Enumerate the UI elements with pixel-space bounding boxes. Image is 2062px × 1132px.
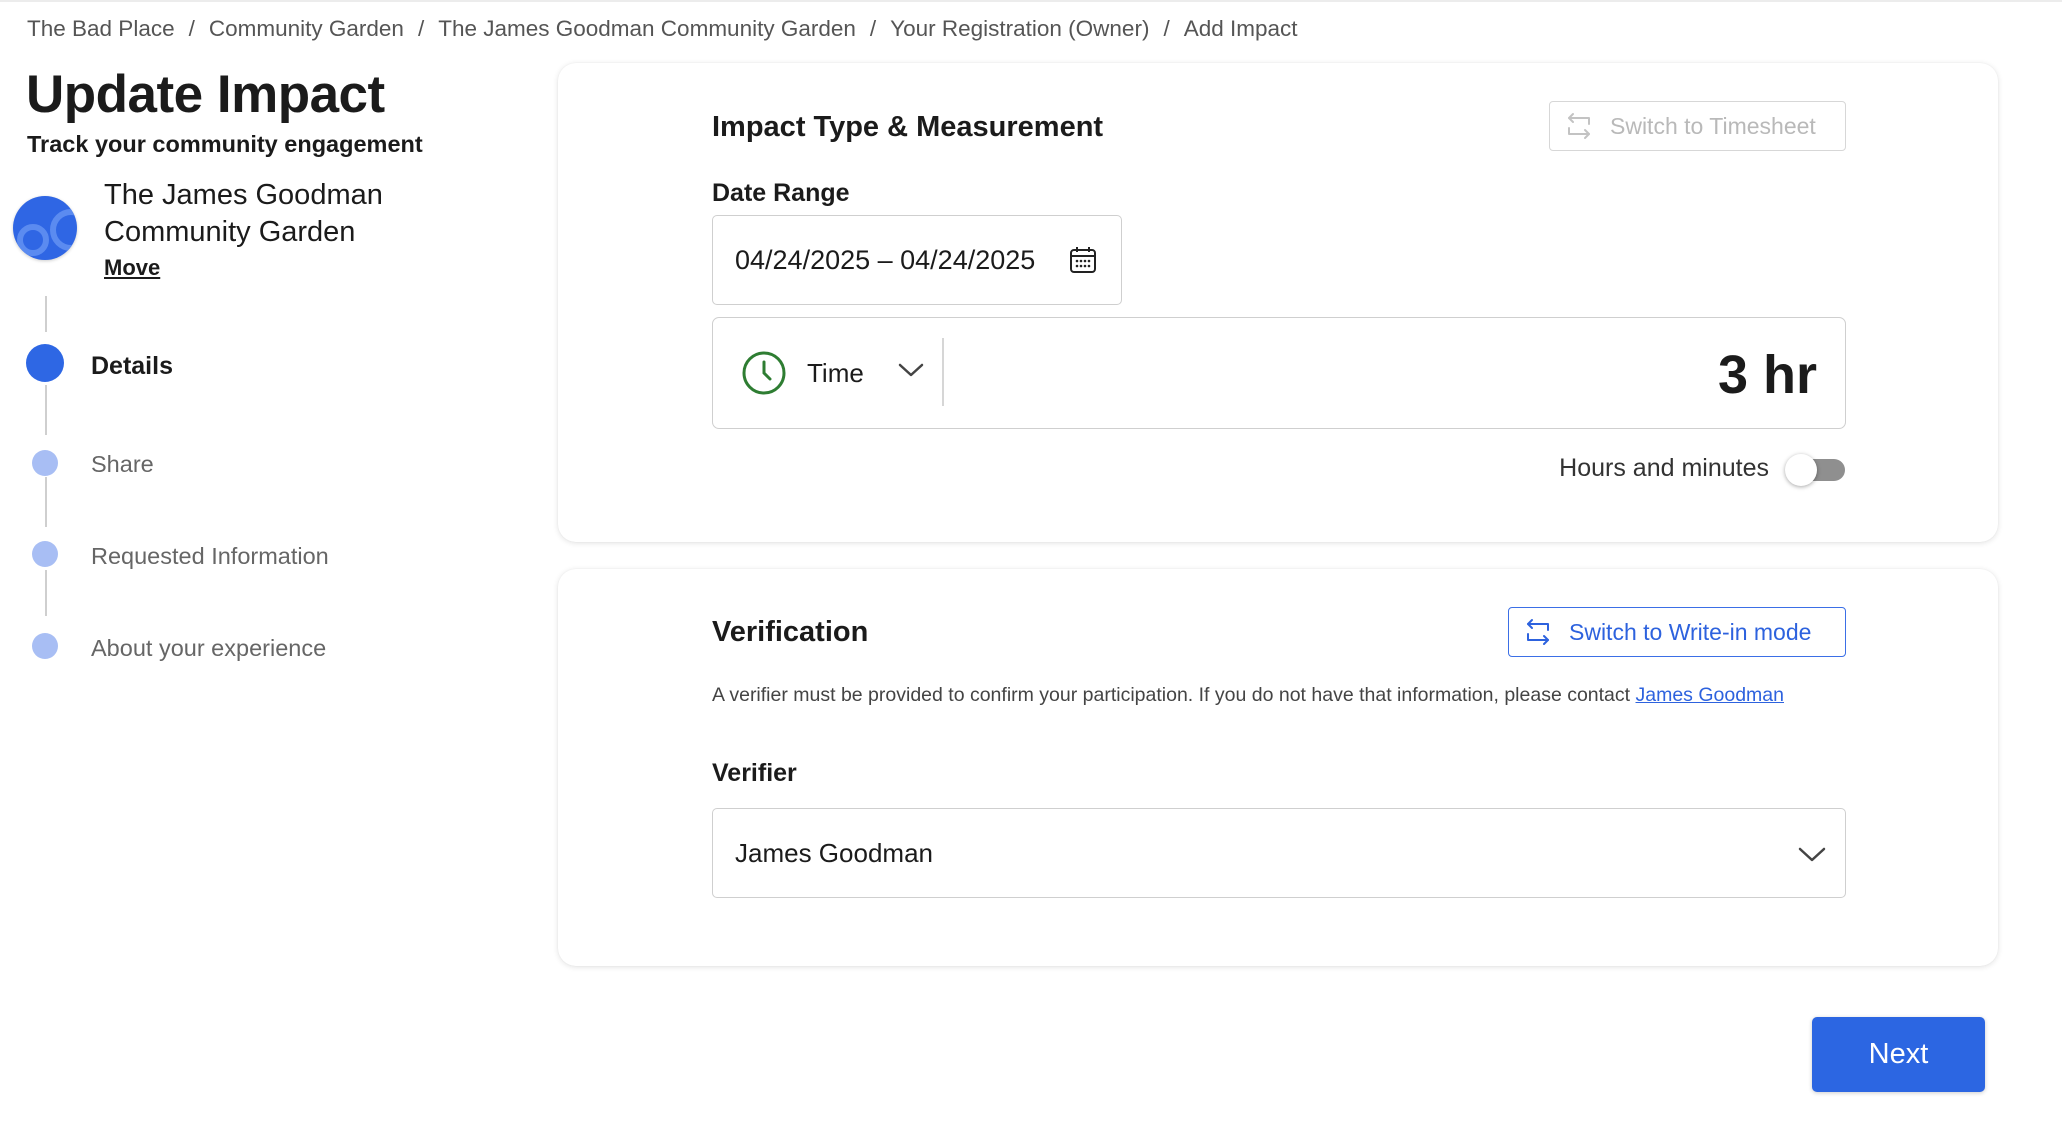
breadcrumb-separator: / <box>1163 16 1170 41</box>
page-subtitle: Track your community engagement <box>27 131 423 157</box>
breadcrumb-item-opportunity[interactable]: The James Goodman Community Garden <box>438 16 856 42</box>
impact-type-dropdown[interactable]: Time <box>713 318 942 428</box>
step-indicator-details <box>26 344 64 382</box>
impact-section-title: Impact Type & Measurement <box>712 111 1104 143</box>
impact-type-label: Time <box>807 357 864 388</box>
verification-card: Verification Switch to Write-in mode A v… <box>558 569 1998 966</box>
switch-to-timesheet-button[interactable]: Switch to Timesheet <box>1549 101 1846 151</box>
stepper-connector <box>45 385 47 435</box>
swap-icon <box>1564 111 1594 141</box>
step-indicator-requested-information <box>32 541 58 567</box>
hours-minutes-toggle[interactable] <box>1785 452 1847 486</box>
breadcrumb-separator: / <box>417 16 425 41</box>
switch-to-timesheet-label: Switch to Timesheet <box>1610 112 1816 139</box>
breadcrumb-item-registration[interactable]: Your Registration (Owner) <box>890 16 1149 42</box>
stepper-connector <box>45 296 47 332</box>
toggle-knob <box>1785 454 1817 486</box>
switch-to-write-in-button[interactable]: Switch to Write-in mode <box>1508 607 1846 657</box>
organization-name: The James Goodman Community Garden <box>104 179 383 248</box>
date-range-input[interactable]: 04/24/2025 – 04/24/2025 <box>712 215 1122 305</box>
verification-description-text: A verifier must be provided to confirm y… <box>712 684 1636 706</box>
step-indicator-about-experience <box>32 633 58 659</box>
impact-measurement-card: Impact Type & Measurement Switch to Time… <box>558 63 1998 542</box>
verifier-value: James Goodman <box>735 837 933 868</box>
breadcrumb-item-org[interactable]: The Bad Place <box>27 16 175 42</box>
top-divider <box>0 0 2062 2</box>
chevron-down-icon <box>1798 847 1826 862</box>
page-title: Update Impact <box>26 65 385 124</box>
step-requested-information[interactable]: Requested Information <box>91 543 329 570</box>
date-range-label: Date Range <box>712 179 850 207</box>
stepper-connector <box>45 477 47 527</box>
step-details[interactable]: Details <box>91 352 173 381</box>
breadcrumb-separator: / <box>188 16 195 41</box>
breadcrumb-separator: / <box>869 16 877 41</box>
next-button[interactable]: Next <box>1812 1017 1985 1092</box>
step-indicator-share <box>32 450 58 476</box>
switch-to-write-in-label: Switch to Write-in mode <box>1569 618 1812 645</box>
date-range-value: 04/24/2025 – 04/24/2025 <box>735 244 1036 275</box>
stepper-connector <box>45 570 47 616</box>
step-about-experience[interactable]: About your experience <box>91 635 326 662</box>
swap-icon <box>1523 617 1553 647</box>
impact-value[interactable]: 3 hr <box>1718 344 1817 406</box>
breadcrumb: The Bad Place / Community Garden / The J… <box>27 14 1298 44</box>
clock-icon <box>742 351 786 395</box>
step-share[interactable]: Share <box>91 451 154 478</box>
impact-measurement-field: Time 3 hr <box>712 317 1846 429</box>
chevron-down-icon <box>898 363 924 377</box>
verification-description: A verifier must be provided to confirm y… <box>712 683 1852 707</box>
field-divider <box>942 338 944 406</box>
verifier-label: Verifier <box>712 759 797 787</box>
verifier-select[interactable]: James Goodman <box>712 808 1846 898</box>
move-link[interactable]: Move <box>104 255 160 281</box>
contact-link[interactable]: James Goodman <box>1636 684 1785 706</box>
verification-section-title: Verification <box>712 616 869 648</box>
breadcrumb-item-category[interactable]: Community Garden <box>209 16 404 42</box>
calendar-icon[interactable] <box>1069 246 1097 274</box>
organization-avatar <box>13 196 77 260</box>
breadcrumb-item-current: Add Impact <box>1183 16 1298 41</box>
hours-minutes-label: Hours and minutes <box>1559 454 1769 482</box>
